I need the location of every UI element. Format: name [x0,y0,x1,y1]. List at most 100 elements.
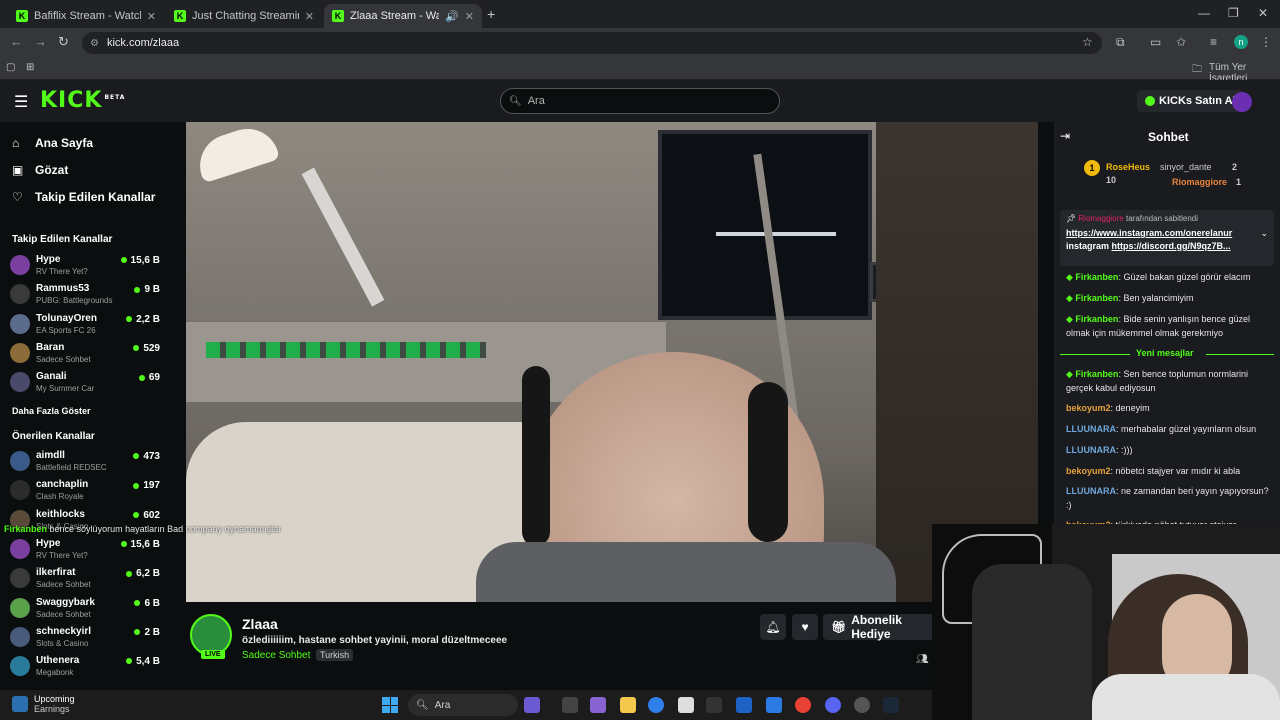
tab-zlaaa[interactable]: K Zlaaa Stream - Watch Live o 🔊 ✕ [324,4,482,28]
search-icon: 🔍︎ [416,699,429,711]
notification-bell-button[interactable]: 🔔︎ [760,614,786,640]
taskbar-search[interactable]: 🔍︎ Ara [408,694,518,716]
sidebar-channel[interactable]: canchaplin Clash Royale 197 [10,477,160,505]
speaker-icon[interactable]: 🔊 [445,10,459,23]
favorites-icon[interactable]: ✩ [1176,35,1186,49]
url-text: kick.com/zlaaa [106,37,180,49]
edge-browser-icon[interactable] [648,697,664,713]
chat-text: merhabalar güzel yayınların olsun [1121,424,1257,434]
chat-username[interactable]: Firkanben [1075,369,1118,379]
windows-start-icon[interactable] [382,697,398,713]
gift-subscription-button[interactable]: 🎁︎ Abonelik Hediye [823,613,938,641]
channel-category: Battlefield REDSEC [36,463,107,472]
chat-username[interactable]: LLUUNARA [1066,486,1116,496]
heart-icon: ♥ [801,620,809,634]
url-field[interactable]: ⚙ kick.com/zlaaa [82,32,1102,54]
chrome-icon[interactable] [795,697,811,713]
sidebar-channel[interactable]: aimdll Battlefield REDSEC 473 [10,448,160,476]
chat-username[interactable]: Firkanben [1075,293,1118,303]
sidebar-channel[interactable]: Hype RV There Yet? 15,6 B [10,536,160,564]
sidebar-channel[interactable]: TolunayOren EA Sports FC 26 2,2 B [10,311,160,339]
file-explorer-icon[interactable] [620,697,636,713]
sidebar-channel[interactable]: ilkerfirat Sadece Sohbet 6,2 B [10,565,160,593]
vscode-icon[interactable] [736,697,752,713]
nav-browse[interactable]: ▣ Gözat [12,163,68,177]
hamburger-menu-icon[interactable]: ☰ [14,92,28,112]
buy-kicks-button[interactable]: KICKs Satın Al [1137,90,1244,112]
forward-icon[interactable]: → [34,34,47,49]
apps-grid-icon[interactable]: ⊞ [26,62,34,73]
sidebar-channel[interactable]: Rammus53 PUBG: Battlegrounds 9 B [10,281,160,309]
nav-browse-label: Gözat [35,163,69,177]
tab-close-icon[interactable]: ✕ [147,10,156,23]
tab-close-icon[interactable]: ✕ [465,10,474,23]
nav-following[interactable]: ♡ Takip Edilen Kanallar [12,190,155,204]
pinned-message[interactable]: 📌︎ Riomaggiore tarafından sabitlendi htt… [1060,210,1274,266]
sidebar-channel[interactable]: Uthenera Megabonk 5,4 B [10,653,160,681]
weather-widget[interactable]: Upcoming Earnings [34,694,75,714]
channel-viewers: 15,6 B [121,539,160,550]
copilot-icon[interactable] [524,697,540,713]
stream-category[interactable]: Sadece Sohbet [242,650,310,661]
follow-heart-button[interactable]: ♥ [792,614,818,640]
steam-icon[interactable] [883,697,899,713]
media-icon[interactable]: ≡ [1210,35,1217,49]
extensions-icon[interactable]: ⧉ [1116,35,1125,50]
channel-name: Baran [36,341,65,353]
sidebar-channel[interactable]: schneckyirl Slots & Casino 2 B [10,624,160,652]
reload-icon[interactable]: ↻ [58,34,69,50]
pinned-link-instagram[interactable]: https://www.instagram.com/onerelanur [1066,228,1232,238]
gaming-chair-shape [972,564,1092,720]
app-cube-icon[interactable] [706,697,722,713]
chat-username[interactable]: LLUUNARA [1066,424,1116,434]
chat-username[interactable]: LLUUNARA [1066,445,1116,455]
bookmark-star-icon[interactable]: ☆ [1082,35,1093,49]
mail-icon[interactable] [766,697,782,713]
tab-close-icon[interactable]: ✕ [305,10,314,23]
collapse-chat-icon[interactable]: ⇥ [1060,129,1070,143]
copilot-app-icon[interactable] [590,697,606,713]
chat-username[interactable]: bekoyum2 [1066,466,1111,476]
chat-username[interactable]: bekoyum2 [1066,403,1111,413]
cast-icon[interactable]: ▭ [1150,35,1161,49]
site-info-icon[interactable]: ⚙ [90,38,99,49]
stream-title: özlediiiiiim, hastane sohbet yayinii, mo… [242,635,508,646]
close-window-icon[interactable]: ✕ [1258,6,1268,20]
minimize-icon[interactable]: — [1198,6,1210,20]
obs-icon[interactable] [854,697,870,713]
pinned-by-user: Riomaggiore [1078,214,1124,223]
menu-kebab-icon[interactable]: ⋮ [1260,35,1272,49]
chat-username[interactable]: Firkanben [1075,314,1118,324]
leader-second-name[interactable]: sinyor_dante [1160,162,1212,172]
user-avatar[interactable] [1232,92,1252,112]
bookmark-folder-icon[interactable]: ▢ [6,62,15,73]
video-player[interactable] [186,122,1038,602]
webcam-overlay [932,524,1280,720]
maximize-icon[interactable]: ❐ [1228,6,1239,20]
sidebar-channel[interactable]: Baran Sadece Sohbet 529 [10,340,160,368]
pinned-link-discord[interactable]: https://discord.gg/N9qz7B... [1112,241,1231,251]
sidebar-channel[interactable]: Hype RV There Yet? 15,6 B [10,252,160,280]
store-icon[interactable] [678,697,694,713]
nav-home[interactable]: ⌂ Ana Sayfa [12,136,93,150]
new-tab-button[interactable]: + [487,6,495,22]
leader-first-name[interactable]: RoseHeus [1106,162,1150,172]
chat-username[interactable]: Firkanben [1075,272,1118,282]
show-more-link[interactable]: Daha Fazla Göster [12,406,91,416]
sidebar-channel[interactable]: Ganali My Summer Car 69 [10,369,160,397]
expand-chevron-icon[interactable]: ⌄ [1260,228,1268,239]
kick-logo[interactable]: KICK BETA [40,88,125,113]
streamer-name[interactable]: Zlaaa [242,616,278,632]
language-tag[interactable]: Turkish [316,649,354,661]
leader-third-name[interactable]: Riomaggiore [1172,177,1227,187]
task-view-icon[interactable] [562,697,578,713]
search-input[interactable]: 🔍︎ Ara [500,88,780,114]
tab-bafiflix[interactable]: K Bafiflix Stream - Watch Live on ✕ [8,4,164,28]
headphone-right-shape [748,382,788,542]
profile-avatar[interactable]: n [1234,35,1248,49]
sidebar-channel[interactable]: Swaggybark Sadece Sohbet 6 B [10,595,160,623]
tab-just-chatting[interactable]: K Just Chatting Streaming - Live S ✕ [166,4,322,28]
back-icon[interactable]: ← [10,34,23,49]
discord-icon[interactable] [825,697,841,713]
gift-icon: 🎁︎ [831,620,847,634]
